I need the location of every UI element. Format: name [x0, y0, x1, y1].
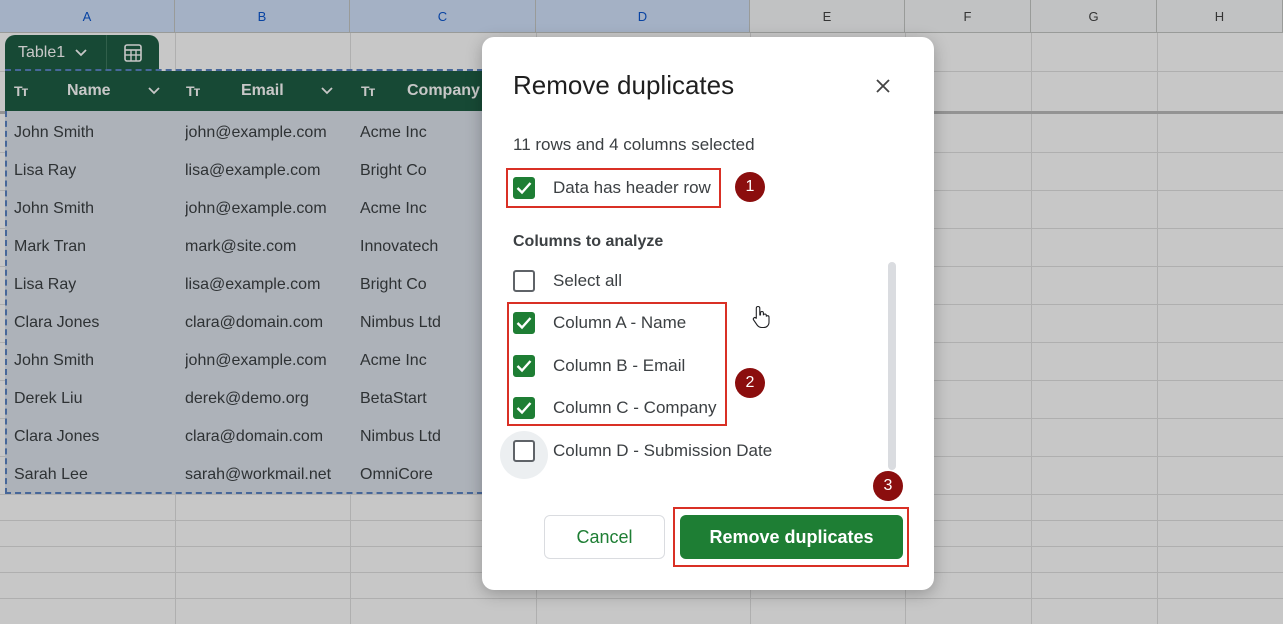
highlight-box-header-row — [506, 168, 721, 208]
step-badge-1: 1 — [735, 172, 765, 202]
checkbox-label: Select all — [553, 271, 622, 290]
columns-section-title: Columns to analyze — [513, 233, 664, 250]
step-badge-3: 3 — [873, 471, 903, 501]
hand-pointer-icon — [752, 305, 770, 334]
options-scrollbar[interactable] — [888, 262, 896, 470]
selection-summary: 11 rows and 4 columns selected — [513, 135, 755, 154]
highlight-box-remove-button — [673, 507, 909, 567]
highlight-box-columns — [507, 302, 727, 426]
checkbox-unchecked-icon[interactable] — [513, 440, 535, 462]
step-badge-2: 2 — [735, 368, 765, 398]
dialog-title: Remove duplicates — [513, 70, 735, 100]
close-icon[interactable] — [870, 73, 896, 99]
cancel-button[interactable]: Cancel — [544, 515, 665, 559]
column-d-checkbox[interactable]: Column D - Submission Date — [513, 436, 772, 466]
select-all-checkbox[interactable]: Select all — [513, 266, 622, 296]
checkbox-label: Column D - Submission Date — [553, 441, 773, 460]
checkbox-unchecked-icon[interactable] — [513, 270, 535, 292]
